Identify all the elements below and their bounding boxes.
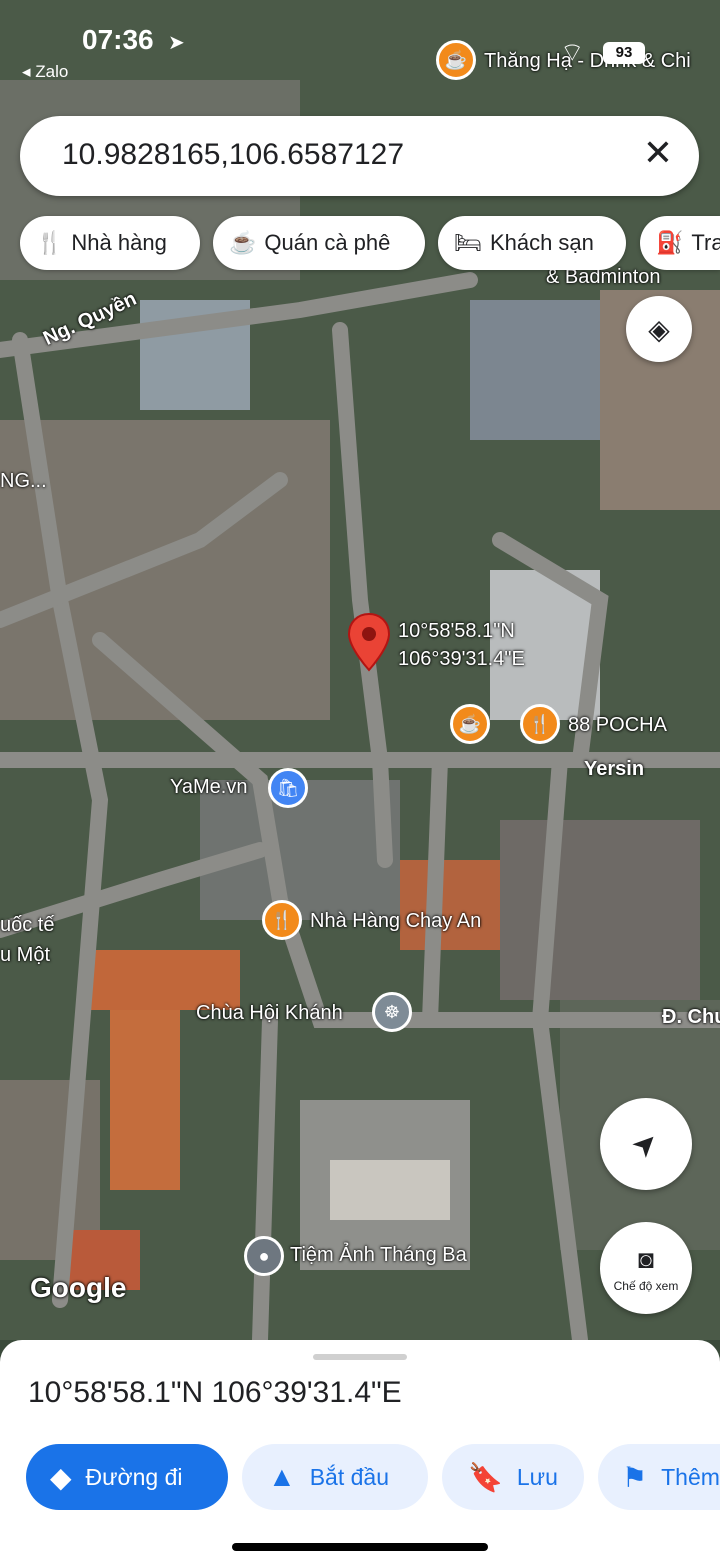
bed-icon: 🛏 [454,230,482,255]
temple-poi-icon[interactable]: ☸ [372,992,412,1032]
back-to-app-link[interactable]: ◂ Zalo [22,62,68,82]
fork-knife-icon: 🍴 [36,230,64,255]
chip-cafes[interactable]: ☕ Quán cà phê [213,216,425,270]
chip-label: Tra [691,230,720,255]
status-time: 07:36 [82,24,154,55]
chip-label: Nhà hàng [71,230,167,255]
coffee-cup-icon: ☕ [229,230,257,255]
directions-label: Đường đi [85,1463,183,1490]
place-label-88-pocha[interactable]: 88 POCHA [568,714,667,737]
location-arrow-icon: ➤ [168,32,185,54]
place-label-mot[interactable]: u Một [0,944,50,967]
place-sheet[interactable]: 10°58'58.1"N 106°39'31.4"E ◆ Đường đi ▲ … [0,1340,720,1565]
more-label: Thêm [661,1463,720,1490]
directions-button[interactable]: ◆ Đường đi [26,1444,228,1510]
sheet-drag-handle[interactable] [313,1354,407,1360]
place-coordinates: 10°58'58.1"N 106°39'31.4"E [28,1376,402,1409]
place-label-chay-an[interactable]: Nhà Hàng Chay An [310,910,481,933]
street-view-label: Chế độ xem [613,1278,679,1293]
home-indicator[interactable] [232,1543,488,1551]
photo-studio-poi-icon[interactable]: ● [244,1236,284,1276]
clear-search-icon[interactable]: ✕ [643,132,673,174]
cafe-poi-icon[interactable]: ☕ [450,704,490,744]
status-bar: 07:36 ➤ ◂ Zalo ⌔ 93 [0,0,720,95]
layers-button[interactable]: ◈ [626,296,692,362]
directions-icon: ◆ [50,1461,72,1493]
restaurant-poi-icon[interactable]: 🍴 [262,900,302,940]
navigation-arrow-icon: ▲ [268,1461,296,1492]
shopping-bag-poi-icon[interactable]: 🛍 [268,768,308,808]
place-label-tiem-anh[interactable]: Tiệm Ảnh Tháng Ba [290,1244,467,1267]
chip-restaurants[interactable]: 🍴 Nhà hàng [20,216,200,270]
gas-pump-icon: ⛽ [656,230,684,255]
place-label-quoc-te[interactable]: uốc tế [0,914,54,937]
place-label-ng[interactable]: NG... [0,470,47,493]
pin-label-lat: 10°58'58.1"N [398,620,515,642]
camera-icon: ◙ [638,1243,654,1274]
chip-hotels[interactable]: 🛏 Khách sạn [438,216,626,270]
street-view-button[interactable]: ◙ Chế độ xem [600,1222,692,1314]
bookmark-icon: 🔖 [468,1461,503,1493]
wifi-icon: ⌔ [560,37,585,67]
layers-icon: ◈ [648,313,670,345]
chip-label: Khách sạn [489,230,594,255]
more-button[interactable]: ⚑ Thêm [598,1444,720,1510]
navigation-arrow-icon: ➤ [625,1123,667,1165]
street-label-yersin: Yersin [584,758,645,780]
pin-label-lng: 106°39'31.4"E [398,648,525,670]
chip-gas[interactable]: ⛽ Tra [640,216,720,270]
flag-icon: ⚑ [622,1461,648,1493]
restaurant-poi-icon[interactable]: 🍴 [520,704,560,744]
chip-label: Quán cà phê [264,230,391,255]
my-location-button[interactable]: ➤ [600,1098,692,1190]
start-button[interactable]: ▲ Bắt đầu [242,1444,428,1510]
place-label-chua-hoi-khanh[interactable]: Chùa Hội Khánh [196,1002,343,1025]
search-bar[interactable]: 10.9828165,106.6587127 ✕ [20,116,699,196]
street-label-d-chu: Đ. Chu [662,1006,720,1028]
start-label: Bắt đầu [309,1463,390,1490]
search-input[interactable]: 10.9828165,106.6587127 [62,138,404,172]
category-chips: 🍴 Nhà hàng ☕ Quán cà phê 🛏 Khách sạn ⛽ T… [20,216,720,270]
battery-indicator: 93 [603,42,645,64]
place-label-yame[interactable]: YaMe.vn [170,776,247,799]
dropped-pin-icon[interactable] [346,612,392,672]
save-button[interactable]: 🔖 Lưu [442,1444,584,1510]
save-label: Lưu [516,1463,558,1490]
google-logo: Google [30,1272,127,1303]
